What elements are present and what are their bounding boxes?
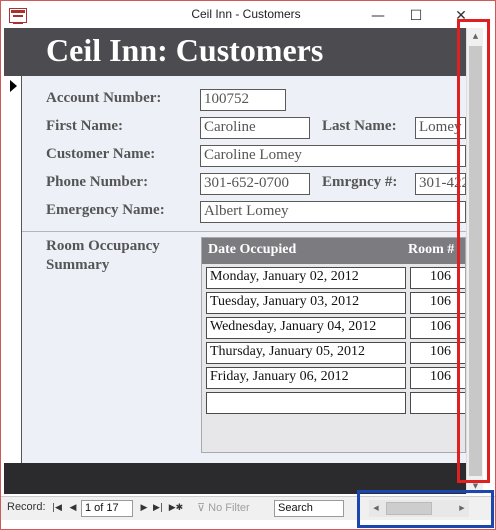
first-record-icon[interactable]: |◀ <box>51 500 63 516</box>
room-number-cell[interactable]: 106 <box>410 292 465 314</box>
new-record-date-cell[interactable] <box>206 392 406 414</box>
room-column-header: Room # <box>408 242 455 257</box>
record-selector[interactable] <box>4 76 22 463</box>
next-record-icon[interactable]: ▶ <box>138 500 150 516</box>
current-record-arrow-icon <box>10 80 17 92</box>
horizontal-scrollbar[interactable]: ◀ ▶ <box>369 500 469 517</box>
funnel-icon: ⊽ <box>197 501 206 514</box>
first-name-field[interactable]: Caroline <box>200 117 310 139</box>
title-bar: Ceil Inn - Customers — ☐ ✕ <box>1 1 495 31</box>
room-occupancy-subform[interactable]: Date Occupied Room # Monday, January 02,… <box>201 237 466 453</box>
account-number-field[interactable]: 100752 <box>200 89 286 111</box>
scroll-up-icon[interactable]: ▲ <box>467 28 484 44</box>
form-footer <box>4 463 466 494</box>
date-occupied-cell[interactable]: Thursday, January 05, 2012 <box>206 342 406 364</box>
record-label: Record: <box>7 501 46 513</box>
phone-number-field[interactable]: 301-652-0700 <box>200 173 310 195</box>
emergency-phone-label: Emrgncy #: <box>322 174 398 190</box>
customer-name-label: Customer Name: <box>46 146 156 162</box>
form-title: Ceil Inn: Customers <box>46 32 324 68</box>
date-occupied-cell[interactable]: Tuesday, January 03, 2012 <box>206 292 406 314</box>
room-occupancy-label-line1: Room Occupancy <box>46 238 160 254</box>
scroll-left-icon[interactable]: ◀ <box>369 500 383 516</box>
scroll-right-icon[interactable]: ▶ <box>455 500 469 516</box>
room-occupancy-label-line2: Summary <box>46 257 110 273</box>
vertical-scroll-thumb[interactable] <box>469 46 482 476</box>
form-detail-area: Ceil Inn: Customers Account Number: 1007… <box>4 28 466 463</box>
room-number-cell[interactable]: 106 <box>410 342 465 364</box>
last-record-icon[interactable]: ▶| <box>152 500 164 516</box>
emergency-phone-field[interactable]: 301-422 <box>415 173 466 195</box>
date-occupied-column-header: Date Occupied <box>208 242 297 257</box>
room-number-cell[interactable]: 106 <box>410 267 465 289</box>
account-number-label: Account Number: <box>46 90 162 106</box>
emergency-name-label: Emergency Name: <box>46 202 165 218</box>
date-occupied-cell[interactable]: Monday, January 02, 2012 <box>206 267 406 289</box>
maximize-button[interactable]: ☐ <box>393 1 439 31</box>
first-name-label: First Name: <box>46 118 124 134</box>
phone-number-label: Phone Number: <box>46 174 149 190</box>
previous-record-icon[interactable]: ◀ <box>67 500 79 516</box>
last-name-label: Last Name: <box>322 118 397 134</box>
close-button[interactable]: ✕ <box>438 1 484 31</box>
subform-header: Date Occupied Room # <box>202 238 465 264</box>
window-title: Ceil Inn - Customers <box>191 7 301 21</box>
form-header: Ceil Inn: Customers <box>4 28 466 76</box>
customer-name-field[interactable]: Caroline Lomey <box>200 145 466 167</box>
no-filter-button[interactable]: ⊽ No Filter <box>197 501 250 514</box>
new-record-room-cell[interactable] <box>410 392 465 414</box>
last-name-field[interactable]: Lomey <box>415 117 466 139</box>
search-input[interactable]: Search <box>274 500 344 517</box>
current-record-field[interactable]: 1 of 17 <box>81 500 133 517</box>
scroll-down-icon[interactable]: ▼ <box>467 478 484 494</box>
vertical-scrollbar[interactable]: ▲ ▼ <box>466 28 483 494</box>
room-number-cell[interactable]: 106 <box>410 367 465 389</box>
new-record-icon[interactable]: ▶✱ <box>168 500 184 516</box>
section-divider <box>22 231 466 232</box>
date-occupied-cell[interactable]: Friday, January 06, 2012 <box>206 367 406 389</box>
no-filter-label: No Filter <box>208 502 250 514</box>
emergency-name-field[interactable]: Albert Lomey <box>200 201 466 223</box>
record-navigation-bar: Record: |◀ ◀ 1 of 17 ▶ ▶| ▶✱ ⊽ No Filter… <box>1 496 495 520</box>
date-occupied-cell[interactable]: Wednesday, January 04, 2012 <box>206 317 406 339</box>
room-number-cell[interactable]: 106 <box>410 317 465 339</box>
horizontal-scroll-thumb[interactable] <box>386 502 432 515</box>
access-window: Ceil Inn - Customers — ☐ ✕ Ceil Inn: Cus… <box>0 0 496 530</box>
